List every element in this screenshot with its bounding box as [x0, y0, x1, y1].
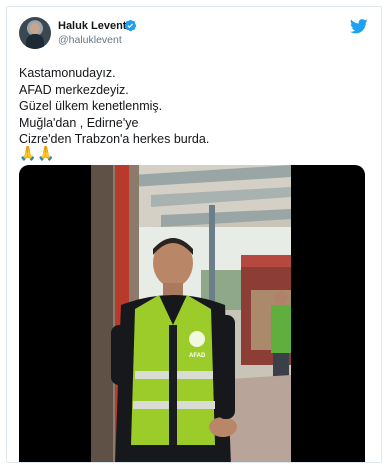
tweet-card[interactable]: Haluk Levent @haluklevent Kastamonudayız…	[6, 6, 382, 463]
avatar[interactable]	[19, 17, 51, 49]
folded-hands-icon: 🙏	[37, 145, 55, 161]
avatar-face	[30, 23, 40, 34]
folded-hands-icon: 🙏	[19, 145, 37, 161]
verified-badge-icon	[124, 19, 137, 32]
vest-logo-label: AFAD	[189, 353, 206, 359]
tweet-line: Güzel ülkem kenetlenmiş.	[19, 99, 163, 113]
emoji-row: 🙏🙏	[19, 145, 55, 162]
video-scene: AFAD	[91, 165, 291, 462]
video-frame: AFAD	[91, 165, 291, 462]
twitter-bird-icon[interactable]	[350, 19, 368, 34]
author-handle[interactable]: @haluklevent	[58, 34, 122, 46]
avatar-torso	[26, 34, 44, 49]
tweet-text: Kastamonudayız. AFAD merkezdeyiz. Güzel …	[19, 65, 209, 148]
tweet-line: Muğla'dan , Edirne'ye	[19, 115, 139, 130]
video-player[interactable]: AFAD	[19, 165, 365, 462]
tweet-line: AFAD merkezdeyiz.	[19, 82, 129, 97]
author-name[interactable]: Haluk Levent	[58, 20, 126, 32]
tweet-line: Kastamonudayız.	[19, 66, 116, 80]
